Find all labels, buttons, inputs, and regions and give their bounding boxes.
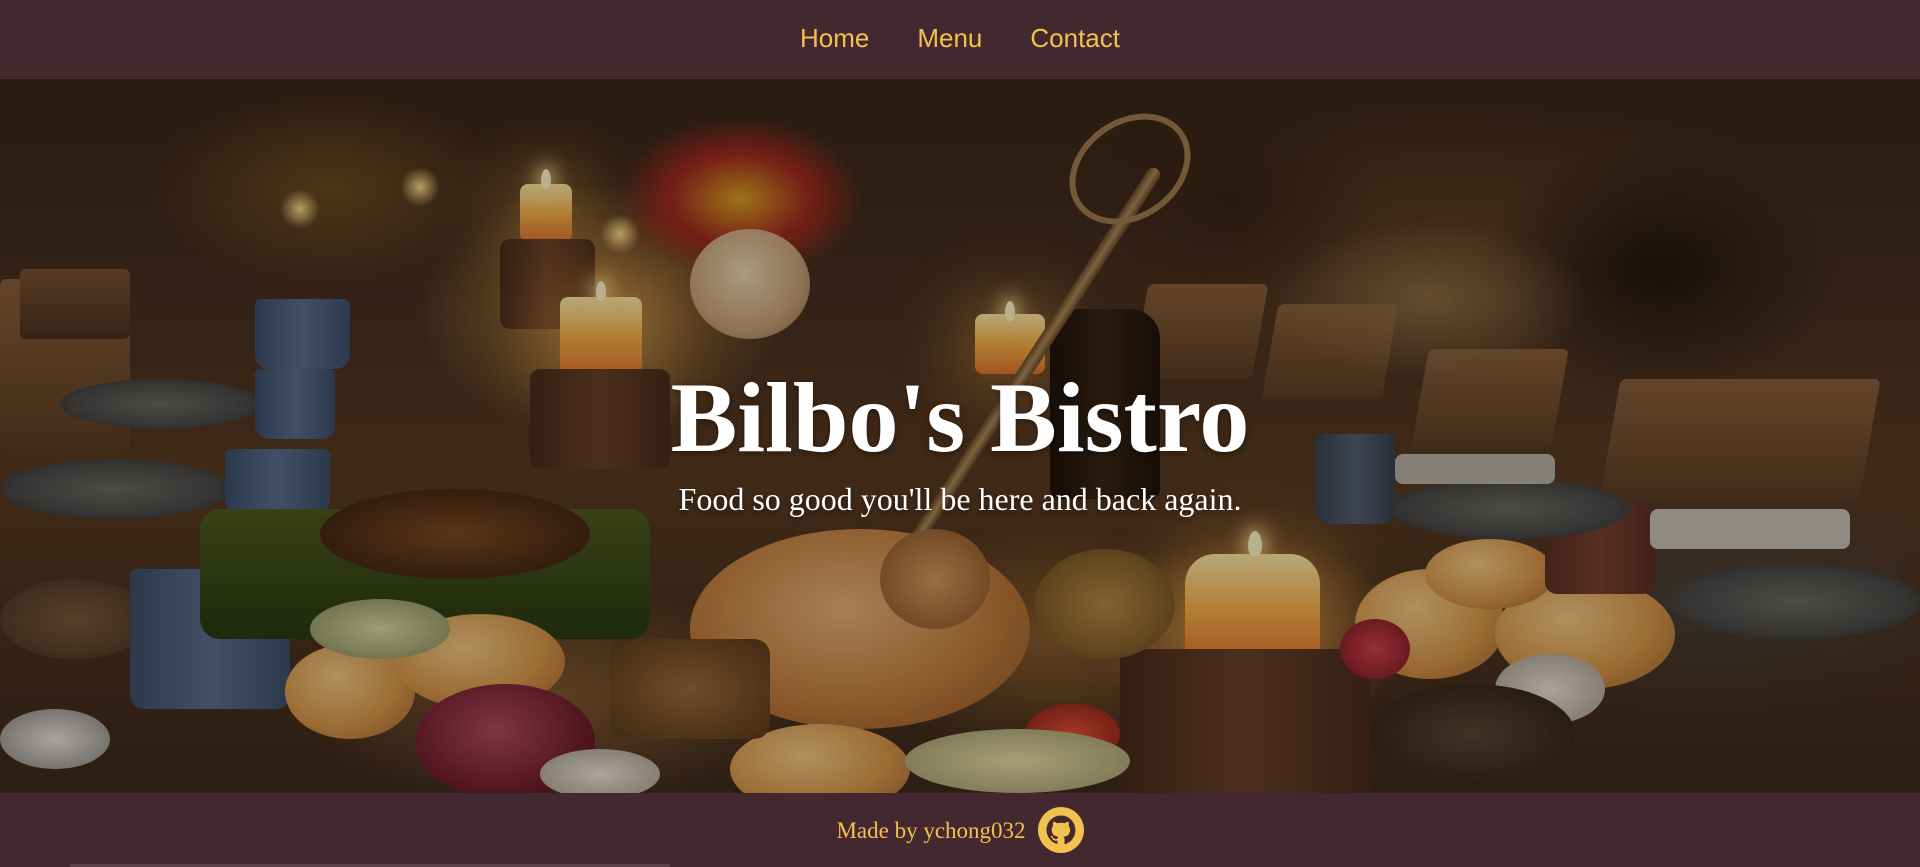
nav-link-home[interactable]: Home [800,23,869,54]
hero-title: Bilbo's Bistro [670,362,1250,473]
footer-credit: Made by ychong032 [836,818,1026,843]
nav-link-contact[interactable]: Contact [1030,23,1120,54]
footer: Made by ychong032 [0,793,1920,867]
nav-link-menu[interactable]: Menu [917,23,982,54]
hero-banner: Bilbo's Bistro Food so good you'll be he… [0,79,1920,793]
github-icon-graphic [1037,807,1084,853]
hero-subtitle: Food so good you'll be here and back aga… [678,481,1242,517]
navbar: Home Menu Contact [0,0,1920,79]
github-icon[interactable] [1037,807,1084,853]
